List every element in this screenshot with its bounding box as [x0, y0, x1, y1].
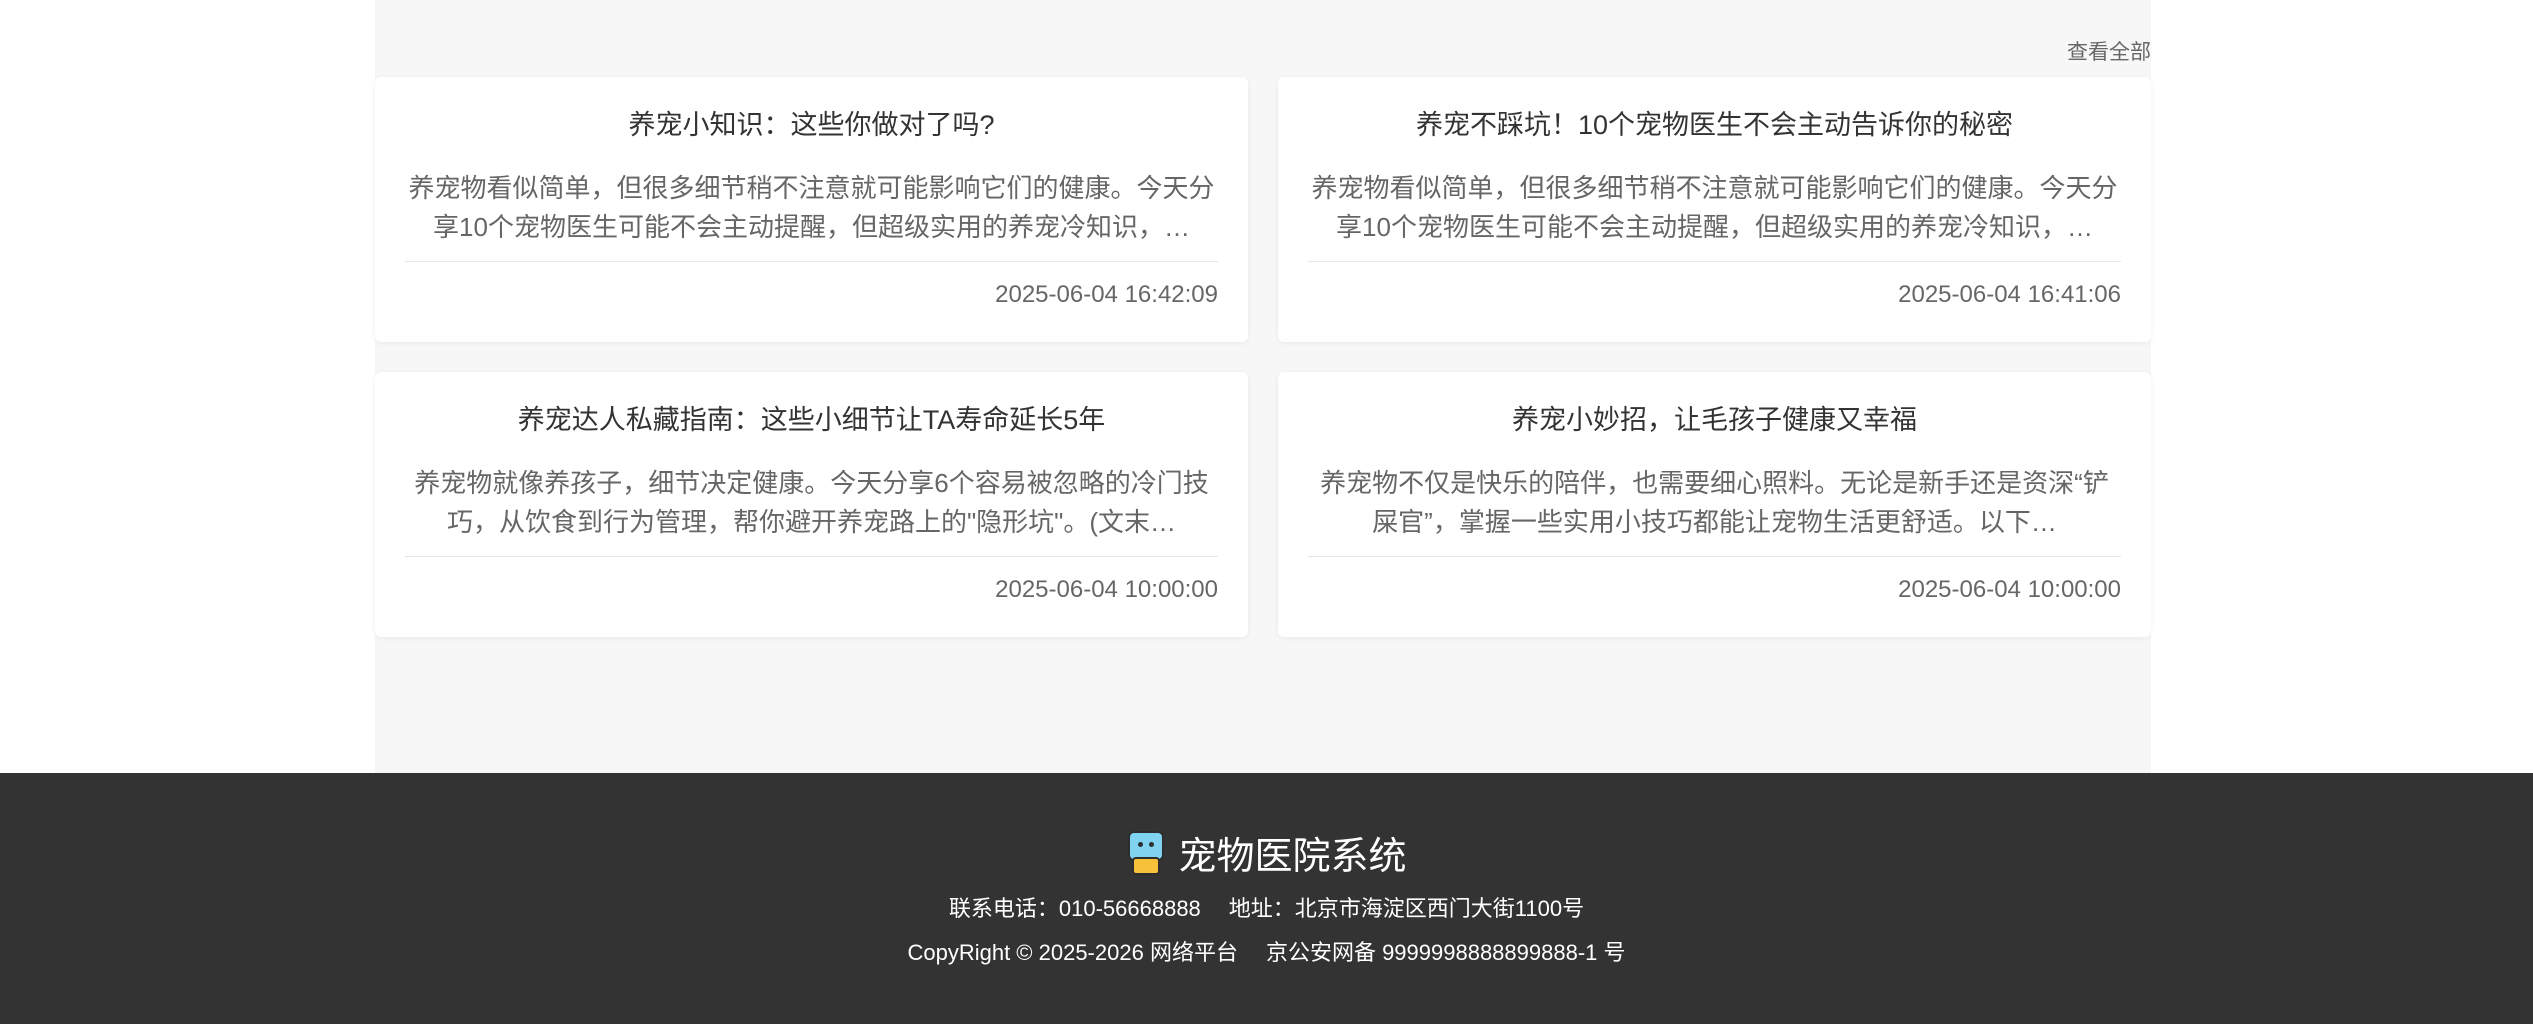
- site-footer: 宠物医院系统 联系电话：010-56668888 地址：北京市海淀区西门大街110…: [0, 773, 2533, 1024]
- footer-phone: 联系电话：010-56668888: [948, 896, 1201, 921]
- divider: [1308, 556, 2121, 557]
- article-card[interactable]: 养宠不踩坑！10个宠物医生不会主动告诉你的秘密 养宠物看似简单，但很多细节稍不注…: [1278, 77, 2151, 342]
- article-title: 养宠不踩坑！10个宠物医生不会主动告诉你的秘密: [1415, 110, 2014, 140]
- article-card[interactable]: 养宠小妙招，让毛孩子健康又幸福 养宠物不仅是快乐的陪伴，也需要细心照料。无论是新…: [1278, 372, 2151, 637]
- footer-address: 地址：北京市海淀区西门大街1100号: [1228, 896, 1585, 921]
- footer-icp: 京公安网备 9999998888899888-1 号: [1265, 940, 1626, 965]
- article-grid: 养宠小知识：这些你做对了吗? 养宠物看似简单，但很多细节稍不注意就可能影响它们的…: [375, 77, 2151, 637]
- divider: [1308, 261, 2121, 262]
- article-title: 养宠小知识：这些你做对了吗?: [628, 110, 995, 140]
- article-time: 2025-06-04 16:42:09: [995, 281, 1218, 308]
- article-time: 2025-06-04 16:41:06: [1898, 281, 2121, 308]
- view-all-link[interactable]: 查看全部: [2067, 36, 2151, 66]
- footer-copyright: CopyRight © 2025-2026 网络平台: [907, 940, 1238, 965]
- article-summary: 养宠物看似简单，但很多细节稍不注意就可能影响它们的健康。今天分享10个宠物医生可…: [1311, 173, 2118, 242]
- divider: [405, 261, 1218, 262]
- article-summary: 养宠物就像养孩子，细节决定健康。今天分享6个容易被忽略的冷门技巧，从饮食到行为管…: [414, 468, 1209, 537]
- pet-robot-icon: [1126, 830, 1166, 875]
- article-summary: 养宠物不仅是快乐的陪伴，也需要细心照料。无论是新手还是资深“铲屎官”，掌握一些实…: [1320, 468, 2109, 537]
- article-summary: 养宠物看似简单，但很多细节稍不注意就可能影响它们的健康。今天分享10个宠物医生可…: [408, 173, 1215, 242]
- article-card[interactable]: 养宠达人私藏指南：这些小细节让TA寿命延长5年 养宠物就像养孩子，细节决定健康。…: [375, 372, 1248, 637]
- article-card[interactable]: 养宠小知识：这些你做对了吗? 养宠物看似简单，但很多细节稍不注意就可能影响它们的…: [375, 77, 1248, 342]
- footer-brand: 宠物医院系统: [0, 825, 2533, 880]
- article-time: 2025-06-04 10:00:00: [1898, 576, 2121, 603]
- divider: [405, 556, 1218, 557]
- article-time: 2025-06-04 10:00:00: [995, 576, 1218, 603]
- footer-contact: 联系电话：010-56668888 地址：北京市海淀区西门大街1100号: [0, 891, 2533, 923]
- article-section: 查看全部 养宠小知识：这些你做对了吗? 养宠物看似简单，但很多细节稍不注意就可能…: [375, 0, 2151, 773]
- footer-legal: CopyRight © 2025-2026 网络平台 京公安网备 99999988…: [0, 935, 2533, 967]
- article-title: 养宠小妙招，让毛孩子健康又幸福: [1512, 405, 1917, 435]
- footer-title: 宠物医院系统: [1178, 836, 1407, 878]
- article-title: 养宠达人私藏指南：这些小细节让TA寿命延长5年: [517, 405, 1106, 435]
